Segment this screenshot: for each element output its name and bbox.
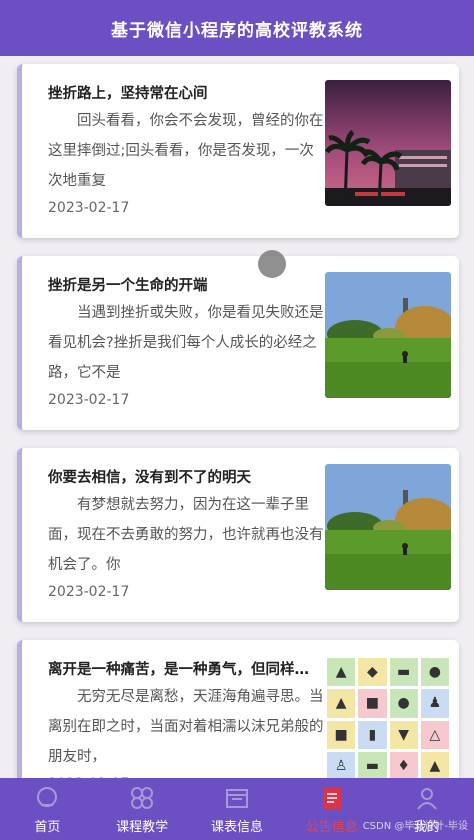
notice-excerpt: 无穷无尽是离愁，天涯海角遍寻思。当离别在即之时，当面对着相濡以沫兄弟般的朋友时， [48, 689, 324, 765]
calendar-icon [223, 784, 251, 812]
bottom-tab-bar: 首页 课程教学 课表信息 公告信息 我的 CSDN @毕业设计-毕设 [0, 778, 474, 840]
building-icon: ▲ [327, 658, 356, 687]
tab-schedule[interactable]: 课表信息 [190, 778, 284, 840]
bell-icon: ♦ [389, 751, 418, 778]
tab-label: 公告信息 [305, 819, 358, 835]
notice-date: 2023-02-17 [48, 392, 130, 408]
notice-thumbnail[interactable] [325, 464, 451, 590]
flower-grid-icon [128, 784, 156, 812]
notice-icon [318, 784, 346, 812]
notice-excerpt: 回头看看，你会不会发现，曾经的你在这里摔倒过;回头看看，你是否发现，一次次地重复 [48, 113, 324, 189]
microscope-icon: ▲ [420, 751, 449, 778]
bus-icon: ▬ [358, 751, 387, 778]
notice-card[interactable]: 离开是一种痛苦，是一种勇气，但同样也是一个考验 无穷无尽是离愁，天涯海角遍寻思。… [17, 640, 459, 778]
desk-icon: ▬ [389, 658, 418, 687]
notice-thumbnail[interactable]: ▲ ◆ ▬ ● ▲ ■ ● ♟ ■ ▮ ▼ △ ♙ ▬ ♦ ▲ [325, 656, 451, 778]
bag-icon: ■ [327, 720, 356, 749]
notice-excerpt: 当遇到挫折或失败，你是看见失败还是看见机会?挫折是我们每个人成长的必经之路，它不… [48, 305, 324, 381]
notice-thumbnail[interactable] [325, 272, 451, 398]
graduation-cap-icon: ◆ [358, 658, 387, 687]
students-icon: ♟ [420, 689, 449, 718]
globe-icon: ● [389, 689, 418, 718]
notice-title: 离开是一种痛苦，是一种勇气，但同样也是一个考验 [48, 662, 318, 678]
education-icons-grid: ▲ ◆ ▬ ● ▲ ■ ● ♟ ■ ▮ ▼ △ ♙ ▬ ♦ ▲ [325, 656, 451, 778]
person-icon: ♙ [327, 751, 356, 778]
notice-thumbnail[interactable] [325, 80, 451, 206]
notice-title: 挫折路上，坚持常在心间 [48, 86, 208, 102]
notice-card[interactable]: 挫折是另一个生命的开端 当遇到挫折或失败，你是看见失败还是看见机会?挫折是我们每… [17, 256, 459, 430]
tab-label: 首页 [34, 819, 61, 835]
notice-card[interactable]: 挫折路上，坚持常在心间 回头看看，你会不会发现，曾经的你在这里摔倒过;回头看看，… [17, 64, 459, 238]
certificate-icon: ■ [358, 689, 387, 718]
touch-indicator [258, 250, 286, 278]
notice-date: 2023-02-17 [48, 200, 130, 216]
notice-title: 挫折是另一个生命的开端 [48, 278, 208, 294]
user-icon [413, 784, 441, 812]
tab-label: 课程教学 [116, 819, 169, 835]
notice-title: 你要去相信，没有到不了的明天 [48, 470, 251, 486]
trophy-icon: ▼ [389, 720, 418, 749]
watermark: CSDN @毕业设计-毕设 [362, 821, 468, 832]
notice-card[interactable]: 你要去相信，没有到不了的明天 有梦想就去努力，因为在这一辈子里面，现在不去勇敢的… [17, 448, 459, 622]
notice-date: 2023-02-17 [48, 584, 130, 600]
flask-icon: ▲ [327, 689, 356, 718]
home-icon [33, 784, 61, 812]
notice-list[interactable]: 挫折路上，坚持常在心间 回头看看，你会不会发现，曾经的你在这里摔倒过;回头看看，… [0, 56, 474, 778]
notice-excerpt: 有梦想就去努力，因为在这一辈子里面，现在不去勇敢的努力，也许就再也没有机会了。你 [48, 497, 324, 573]
books-icon: ▮ [358, 720, 387, 749]
app-header: 基于微信小程序的高校评教系统 [0, 0, 474, 56]
tab-home[interactable]: 首页 [0, 778, 94, 840]
teacher-icon: ● [420, 658, 449, 687]
page-title: 基于微信小程序的高校评教系统 [111, 20, 363, 41]
tab-courses[interactable]: 课程教学 [95, 778, 189, 840]
compass-icon: △ [420, 720, 449, 749]
tab-label: 课表信息 [210, 819, 263, 835]
